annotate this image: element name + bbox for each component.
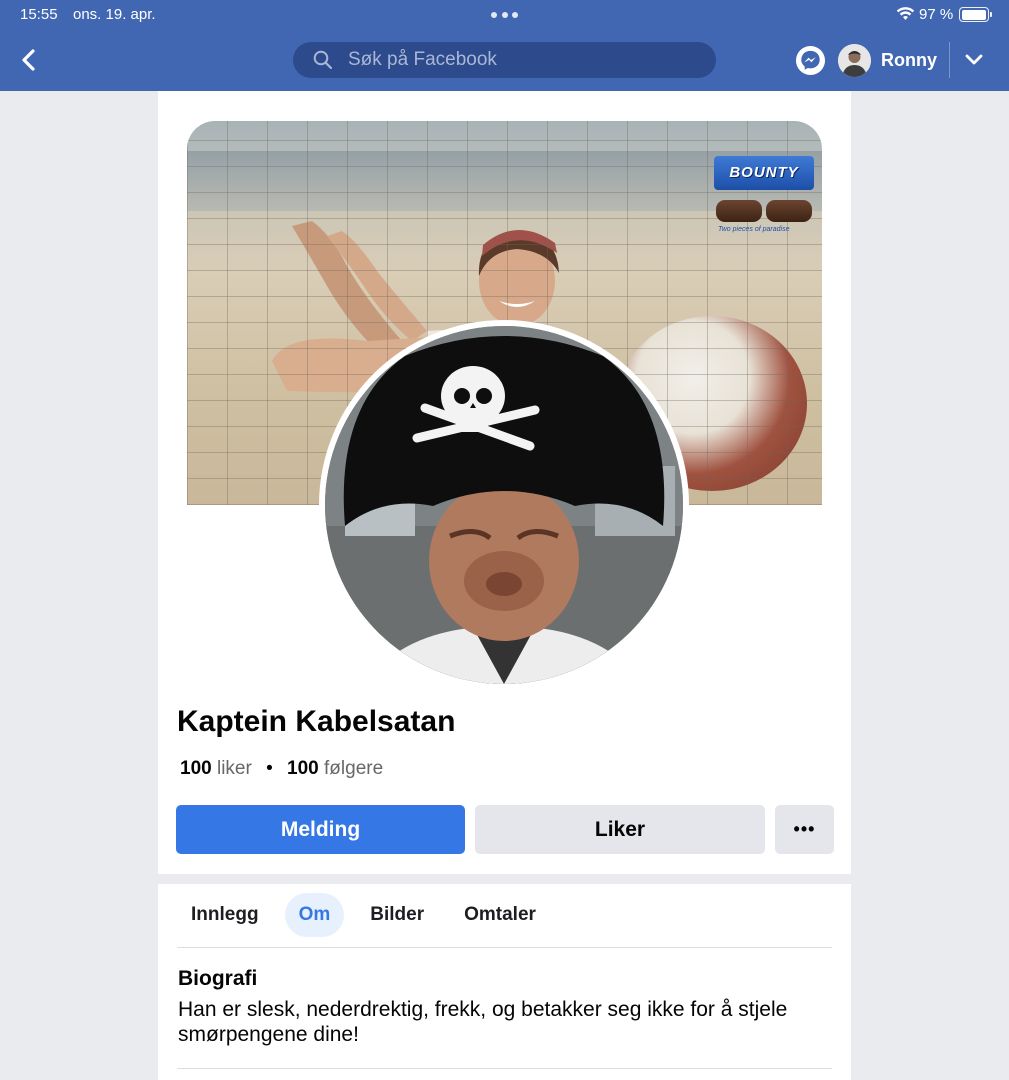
battery-percentage: 97 % [919, 6, 954, 23]
multitasking-dots-icon[interactable] [491, 12, 518, 18]
like-button[interactable]: Liker [475, 805, 765, 854]
tab-photos[interactable]: Bilder [356, 893, 438, 937]
user-name[interactable]: Ronny [881, 50, 937, 71]
page-stats: 100 liker • 100 følgere [180, 758, 383, 780]
status-time: 15:55 [20, 6, 58, 23]
tab-posts[interactable]: Innlegg [177, 893, 273, 937]
chevron-down-icon[interactable] [964, 52, 984, 68]
profile-picture[interactable] [319, 320, 689, 690]
bounty-bars [716, 200, 812, 222]
status-date: ons. 19. apr. [73, 6, 156, 23]
user-avatar[interactable] [838, 44, 871, 77]
page-title: Kaptein Kabelsatan [177, 705, 456, 738]
wifi-icon [896, 7, 915, 20]
bounty-logo: BOUNTY Two pieces of paradise [714, 156, 816, 236]
followers-label: følgere [324, 758, 384, 779]
bio-text: Han er slesk, nederdrektig, frekk, og be… [178, 998, 788, 1046]
likes-count: 100 [180, 758, 212, 779]
tab-about[interactable]: Om [284, 893, 345, 937]
followers-count: 100 [287, 758, 319, 779]
stats-separator: • [266, 758, 273, 779]
messenger-icon[interactable] [795, 45, 826, 76]
battery-icon [959, 7, 992, 22]
back-button[interactable] [18, 48, 40, 72]
bounty-tagline: Two pieces of paradise [718, 226, 790, 233]
pirate-portrait [325, 326, 683, 684]
bio-heading: Biografi [178, 967, 258, 990]
likes-label: liker [216, 758, 252, 779]
bounty-brand: BOUNTY [714, 156, 814, 190]
tab-reviews[interactable]: Omtaler [450, 893, 550, 937]
section-divider [177, 1068, 832, 1069]
search-input[interactable] [348, 42, 698, 78]
message-button[interactable]: Melding [176, 805, 465, 854]
top-bar: 15:55 ons. 19. apr. 97 % Ronny [0, 0, 1009, 91]
tabs-divider [177, 947, 832, 948]
more-options-button[interactable]: ••• [775, 805, 834, 854]
search-icon [313, 50, 333, 70]
profile-tabs: Innlegg Om Bilder Omtaler [177, 893, 562, 937]
status-bar: 15:55 ons. 19. apr. 97 % [0, 0, 1009, 30]
battery-level [961, 9, 986, 20]
search-bar[interactable] [293, 42, 716, 78]
header-divider [949, 42, 950, 78]
